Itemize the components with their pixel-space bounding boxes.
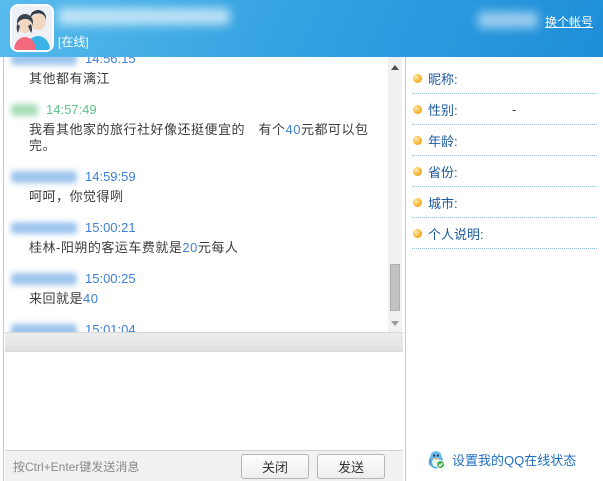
bullet-icon [413, 229, 422, 238]
message-header: 15:00:25 [11, 270, 388, 287]
message-timestamp: 15:01:04 [85, 322, 136, 332]
chat-column: 14:56:15 其他都有漓江 14:57:49 我看其他家的旅行社好像还挺便宜… [3, 57, 402, 481]
switch-account-link[interactable]: 换个帐号 [545, 13, 593, 30]
message-header: 15:01:04 [11, 321, 388, 332]
send-button[interactable]: 发送 [317, 454, 385, 479]
profile-field-row: 年龄: [412, 125, 597, 156]
blurred-sender-name [11, 324, 77, 333]
message-timestamp: 15:00:21 [85, 220, 136, 235]
message-timestamp: 15:00:25 [85, 271, 136, 286]
message-timestamp: 14:56:15 [85, 57, 136, 66]
qq-penguin-icon [428, 450, 446, 469]
scroll-down-icon[interactable] [391, 321, 399, 326]
scroll-up-icon[interactable] [391, 65, 399, 70]
window-header: [在线] 换个帐号 [0, 0, 603, 57]
message-group: 14:56:15 其他都有漓江 [11, 57, 388, 87]
bullet-icon [413, 136, 422, 145]
blurred-account-id [478, 12, 538, 28]
profile-field-row: 个人说明: [412, 218, 597, 249]
profile-field-row: 城市: [412, 187, 597, 218]
message-input[interactable] [5, 353, 403, 450]
blurred-sender-name [11, 104, 38, 116]
message-header: 14:57:49 [11, 101, 388, 118]
send-shortcut-hint: 按Ctrl+Enter键发送消息 [13, 458, 139, 475]
couple-avatar-icon [12, 6, 52, 50]
message-group: 15:00:25 来回就是40 [11, 270, 388, 307]
chat-message-area[interactable]: 14:56:15 其他都有漓江 14:57:49 我看其他家的旅行社好像还挺便宜… [5, 57, 388, 332]
message-group: 15:00:21 桂林-阳朔的客运车费就是20元每人 [11, 219, 388, 256]
chat-scrollbar[interactable] [388, 57, 402, 332]
profile-field-row: 省份: [412, 156, 597, 187]
blurred-sender-name [11, 57, 77, 65]
message-text: 呵呵，你觉得咧 [11, 189, 388, 205]
online-status-text: [在线] [58, 33, 89, 50]
message-group: 14:57:49 我看其他家的旅行社好像还挺便宜的 有个40元都可以包完。 [11, 101, 388, 154]
field-label: 昵称: [428, 69, 458, 88]
scrollbar-thumb[interactable] [390, 264, 400, 311]
qq-status-label: 设置我的QQ在线状态 [452, 450, 576, 469]
close-button[interactable]: 关闭 [241, 454, 309, 479]
field-label: 年龄: [428, 131, 458, 150]
message-timestamp: 14:57:49 [46, 102, 97, 117]
field-label: 省份: [428, 162, 458, 181]
profile-field-row: 性别: - [412, 94, 597, 125]
qq-status-link[interactable]: 设置我的QQ在线状态 [428, 450, 576, 469]
bullet-icon [413, 198, 422, 207]
message-header: 14:56:15 [11, 57, 388, 67]
field-label: 性别: [428, 100, 458, 119]
message-group: 14:59:59 呵呵，你觉得咧 [11, 168, 388, 205]
message-group: 15:01:04 你发个链接来，我张点见识 [11, 321, 388, 332]
field-label: 城市: [428, 193, 458, 212]
profile-panel: 昵称: 性别: - 年龄: 省份: 城市: 个人说明: [406, 57, 603, 481]
message-text: 其他都有漓江 [11, 71, 388, 87]
profile-field-row: 昵称: [412, 63, 597, 94]
blurred-sender-name [11, 222, 77, 234]
bullet-icon [413, 74, 422, 83]
composer-footer: 按Ctrl+Enter键发送消息 关闭 发送 [5, 450, 403, 481]
message-header: 14:59:59 [11, 168, 388, 185]
message-timestamp: 14:59:59 [85, 169, 136, 184]
blurred-sender-name [11, 171, 77, 183]
field-value: - [512, 102, 516, 117]
message-header: 15:00:21 [11, 219, 388, 236]
message-text: 来回就是40 [11, 291, 388, 307]
bullet-icon [413, 167, 422, 176]
message-text: 桂林-阳朔的客运车费就是20元每人 [11, 240, 388, 256]
bullet-icon [413, 105, 422, 114]
blurred-username [58, 8, 230, 25]
avatar[interactable] [10, 4, 54, 52]
field-label: 个人说明: [428, 224, 484, 243]
blurred-sender-name [11, 273, 77, 285]
composer-toolbar [5, 332, 403, 352]
message-text: 我看其他家的旅行社好像还挺便宜的 有个40元都可以包完。 [11, 122, 388, 154]
